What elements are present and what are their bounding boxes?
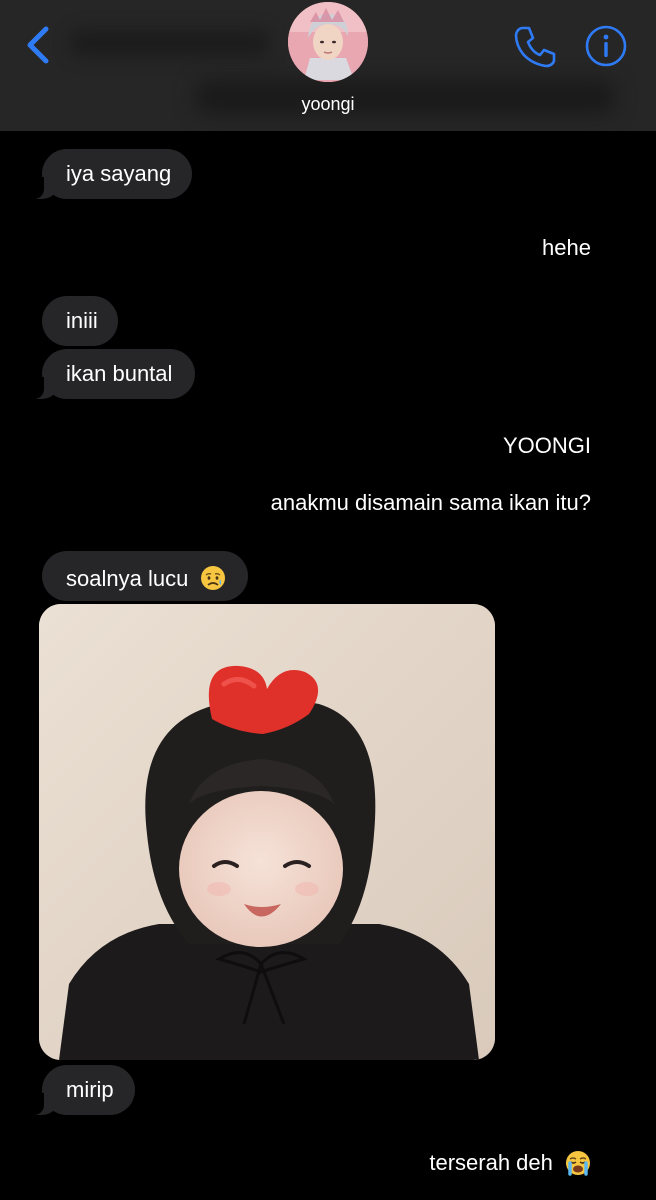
message-outgoing[interactable]: terserah deh [429, 1150, 591, 1176]
message-outgoing[interactable]: YOONGI [503, 435, 591, 457]
message-incoming[interactable]: soalnya lucu [42, 551, 248, 601]
photo-baby-heart-hat [39, 604, 495, 1060]
message-text: ikan buntal [66, 361, 173, 386]
info-button[interactable] [584, 24, 628, 68]
header-blur [70, 30, 270, 56]
back-button[interactable] [22, 24, 62, 68]
message-incoming[interactable]: ikan buntal [30, 349, 195, 399]
message-text: iya sayang [66, 161, 172, 186]
message-outgoing[interactable]: anakmu disamain sama ikan itu? [271, 492, 591, 514]
message-text: soalnya lucu [66, 566, 189, 591]
message-incoming[interactable]: mirip [30, 1065, 135, 1115]
avatar-image [288, 2, 368, 82]
sad-relieved-emoji [201, 566, 226, 590]
call-button[interactable] [512, 24, 558, 70]
message-outgoing[interactable]: hehe [542, 237, 591, 259]
message-incoming[interactable]: iya sayang [30, 149, 192, 199]
message-text: terserah deh [429, 1150, 553, 1175]
avatar[interactable] [288, 2, 368, 82]
message-text: iniii [66, 308, 98, 333]
chevron-left-icon [27, 26, 49, 64]
loudly-crying-emoji [566, 1151, 590, 1176]
chat-header: yoongi [0, 0, 656, 131]
phone-icon [514, 26, 556, 68]
message-incoming[interactable]: iniii [42, 296, 118, 346]
info-icon [585, 25, 627, 67]
photo-message[interactable] [39, 604, 495, 1060]
message-text: mirip [66, 1077, 114, 1102]
contact-name[interactable]: yoongi [0, 94, 656, 115]
